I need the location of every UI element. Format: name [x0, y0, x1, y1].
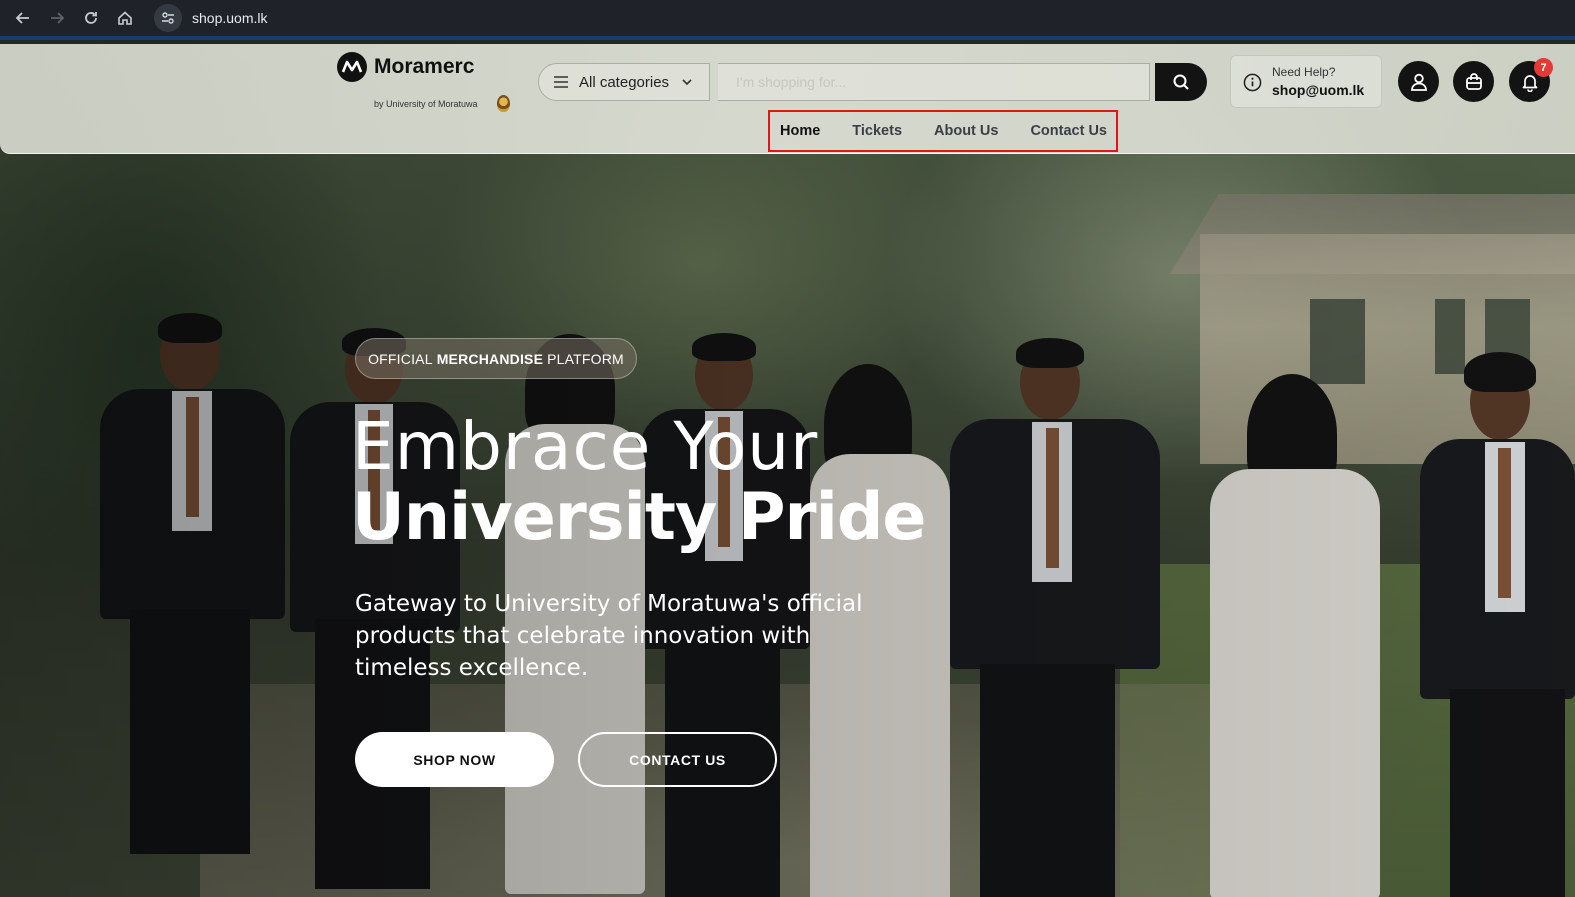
- browser-toolbar: shop.uom.lk: [0, 0, 1575, 40]
- account-button[interactable]: [1398, 61, 1439, 102]
- brand-logo[interactable]: Moramerc by University of Moratuwa: [337, 52, 517, 112]
- categories-label: All categories: [579, 73, 670, 91]
- search-input[interactable]: [718, 63, 1150, 101]
- back-icon[interactable]: [6, 1, 40, 35]
- home-icon[interactable]: [108, 1, 142, 35]
- menu-icon: [554, 76, 568, 88]
- hero-title-line-1: Embrace Your: [352, 408, 819, 485]
- brand-tagline: by University of Moratuwa: [374, 99, 478, 109]
- brand-name: Moramerc: [374, 55, 475, 78]
- nav-contact-us[interactable]: Contact Us: [1030, 123, 1107, 139]
- reload-icon[interactable]: [74, 1, 108, 35]
- url-text[interactable]: shop.uom.lk: [192, 10, 267, 26]
- shopping-bag-icon: [1465, 72, 1482, 90]
- help-contact-box[interactable]: Need Help? shop@uom.lk: [1230, 55, 1382, 108]
- notification-count-badge: 7: [1534, 58, 1553, 77]
- nav-tickets[interactable]: Tickets: [852, 123, 902, 139]
- info-icon: [1243, 73, 1262, 92]
- search-icon: [1173, 74, 1189, 90]
- chevron-down-icon: [682, 79, 692, 86]
- shop-now-button[interactable]: SHOP NOW: [355, 732, 554, 787]
- badge-prefix: OFFICIAL: [368, 350, 433, 367]
- badge-suffix: PLATFORM: [547, 350, 624, 367]
- help-email[interactable]: shop@uom.lk: [1272, 82, 1364, 98]
- site-info-icon[interactable]: [154, 4, 182, 32]
- official-merchandise-badge: OFFICIAL MERCHANDISE PLATFORM: [355, 338, 637, 379]
- forward-icon[interactable]: [40, 1, 74, 35]
- cart-button[interactable]: [1453, 61, 1494, 102]
- university-crest-icon: [497, 95, 510, 112]
- moramerc-logo-icon: [337, 52, 367, 82]
- address-bar[interactable]: shop.uom.lk: [150, 3, 1570, 33]
- nav-home[interactable]: Home: [780, 123, 820, 139]
- search-button[interactable]: [1155, 63, 1207, 101]
- site-header: Moramerc by University of Moratuwa All c…: [0, 44, 1575, 154]
- nav-about-us[interactable]: About Us: [934, 123, 998, 139]
- hero-subtitle: Gateway to University of Moratuwa's offi…: [355, 591, 863, 681]
- badge-bold-text: MERCHANDISE: [436, 350, 544, 367]
- help-label: Need Help?: [1272, 65, 1336, 79]
- user-icon: [1410, 73, 1427, 91]
- main-navigation: Home Tickets About Us Contact Us: [768, 110, 1118, 152]
- contact-us-button[interactable]: CONTACT US: [578, 732, 777, 787]
- hero-title-line-2: University Pride: [352, 480, 926, 555]
- all-categories-dropdown[interactable]: All categories: [538, 63, 710, 101]
